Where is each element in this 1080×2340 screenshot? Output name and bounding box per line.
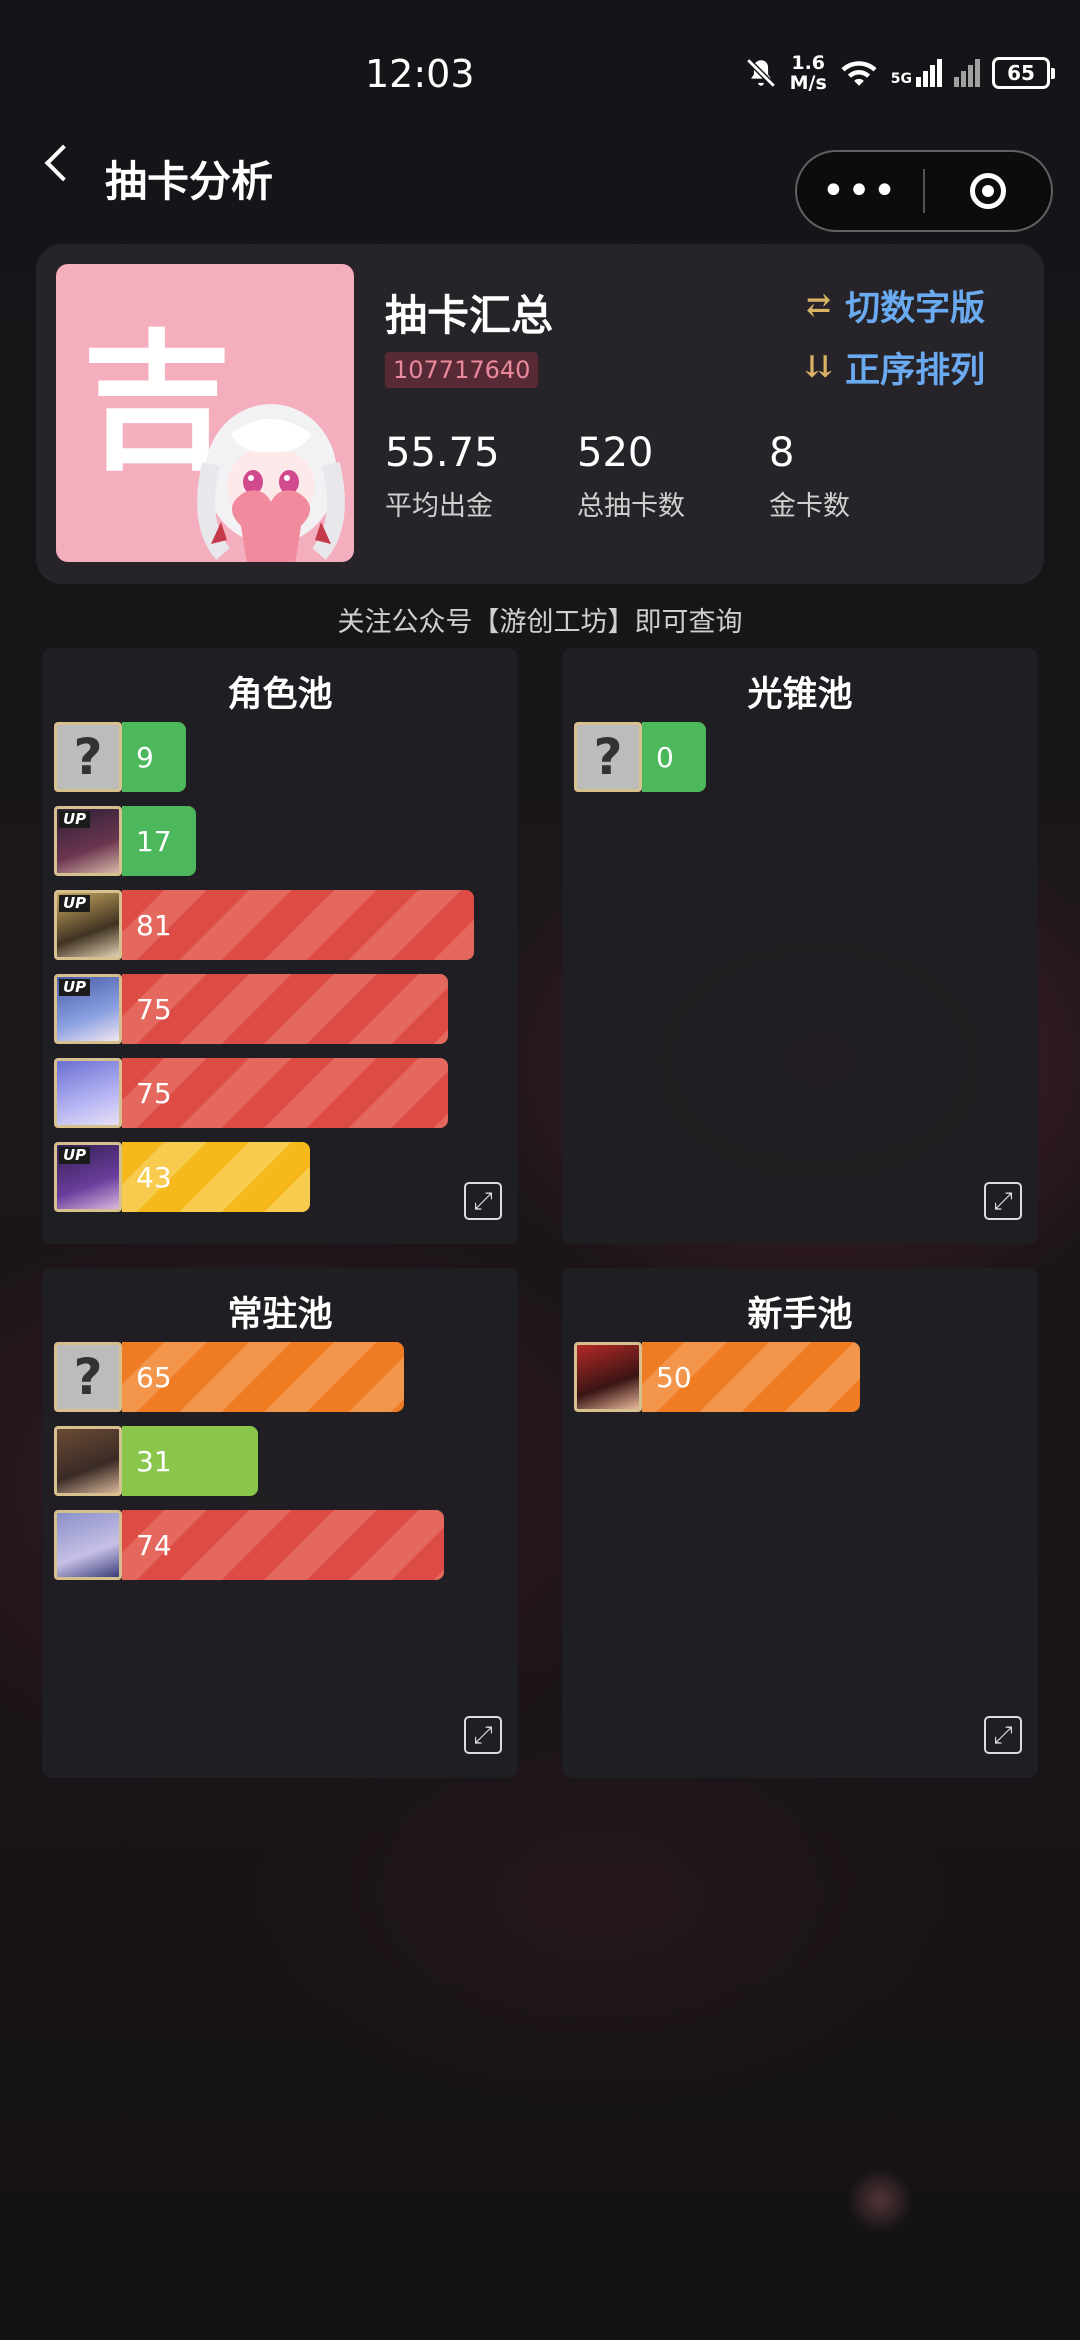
sort-order-button[interactable]: ⇊ 正序排列	[806, 342, 985, 393]
character-portrait: UP	[54, 1142, 122, 1212]
pull-row[interactable]: UP 75	[54, 974, 448, 1044]
character-portrait	[574, 1342, 642, 1412]
avatar: 吉	[56, 264, 354, 562]
network-speed: 1.6 M/s	[789, 52, 827, 94]
mascot-sticker-icon	[197, 404, 345, 562]
pull-row[interactable]: UP 17	[54, 806, 196, 876]
page-title: 抽卡分析	[105, 157, 274, 206]
pull-count-bar: 0	[642, 722, 706, 792]
pull-count-bar: 31	[122, 1426, 258, 1496]
pull-row[interactable]: ? 0	[574, 722, 706, 792]
more-dots-icon[interactable]: •••	[797, 171, 923, 211]
switch-icon: ⇄	[806, 288, 832, 323]
character-portrait: UP	[54, 974, 122, 1044]
expand-icon[interactable]: ⤢	[984, 1716, 1022, 1754]
sort-icon: ⇊	[806, 350, 832, 385]
pull-row[interactable]: 31	[54, 1426, 258, 1496]
pool-character: 角色池 ? 9 UP 17 UP 81 UP 75 75 UP 43 ⤢	[42, 648, 518, 1244]
character-portrait	[54, 1426, 122, 1496]
pull-row[interactable]: ? 65	[54, 1342, 404, 1412]
wifi-icon	[841, 61, 877, 86]
pool-title: 常驻池	[227, 1294, 333, 1335]
pull-row[interactable]: UP 43	[54, 1142, 310, 1212]
unknown-lightcone-icon: ?	[574, 722, 642, 792]
signal-2-icon	[954, 59, 980, 87]
character-portrait	[54, 1058, 122, 1128]
unknown-character-icon: ?	[54, 1342, 122, 1412]
pull-count-bar: 74	[122, 1510, 444, 1580]
pool-title: 角色池	[227, 674, 333, 715]
pull-row[interactable]: 75	[54, 1058, 448, 1128]
close-target-icon[interactable]	[925, 173, 1051, 209]
follow-notice: 关注公众号【游创工坊】即可查询	[337, 607, 743, 638]
up-badge: UP	[59, 979, 91, 996]
pull-count-bar: 9	[122, 722, 186, 792]
stat-gold-count: 8 金卡数	[769, 430, 850, 522]
pool-title: 光锥池	[747, 674, 853, 715]
pool-title: 新手池	[747, 1294, 853, 1335]
pool-standard: 常驻池 ? 65 31 74 ⤢	[42, 1268, 518, 1778]
status-icons: 1.6 M/s 5G 65	[744, 48, 1055, 98]
uid-badge: 107717640	[385, 352, 539, 388]
expand-icon[interactable]: ⤢	[464, 1716, 502, 1754]
character-portrait	[54, 1510, 122, 1580]
pull-count-bar: 17	[122, 806, 196, 876]
pool-lightcone: 光锥池 ? 0 ⤢	[562, 648, 1038, 1244]
expand-icon[interactable]: ⤢	[464, 1182, 502, 1220]
up-badge: UP	[59, 895, 91, 912]
signal-icon: 5G	[891, 59, 942, 87]
stat-total-pulls: 520 总抽卡数	[577, 430, 685, 522]
pull-count-bar: 81	[122, 890, 474, 960]
pull-row[interactable]: 74	[54, 1510, 444, 1580]
up-badge: UP	[59, 811, 91, 828]
unknown-character-icon: ?	[54, 722, 122, 792]
pull-count-bar: 75	[122, 1058, 448, 1128]
expand-icon[interactable]: ⤢	[984, 1182, 1022, 1220]
stat-avg-gold: 55.75 平均出金	[385, 430, 500, 522]
up-badge: UP	[59, 1147, 91, 1164]
status-time: 12:03	[365, 52, 475, 96]
mini-program-capsule: •••	[795, 150, 1053, 232]
pull-row[interactable]: 50	[574, 1342, 860, 1412]
switch-number-button[interactable]: ⇄ 切数字版	[806, 280, 985, 331]
pull-count-bar: 75	[122, 974, 448, 1044]
pull-row[interactable]: UP 81	[54, 890, 474, 960]
pool-beginner: 新手池 50 ⤢	[562, 1268, 1038, 1778]
character-portrait: UP	[54, 806, 122, 876]
battery-icon: 65	[992, 57, 1055, 89]
mute-bell-icon	[745, 58, 776, 88]
character-portrait: UP	[54, 890, 122, 960]
pull-count-bar: 50	[642, 1342, 860, 1412]
pull-count-bar: 65	[122, 1342, 404, 1412]
summary-title: 抽卡汇总	[385, 291, 554, 340]
pull-row[interactable]: ? 9	[54, 722, 186, 792]
back-chevron-icon[interactable]	[44, 144, 82, 182]
pull-count-bar: 43	[122, 1142, 310, 1212]
